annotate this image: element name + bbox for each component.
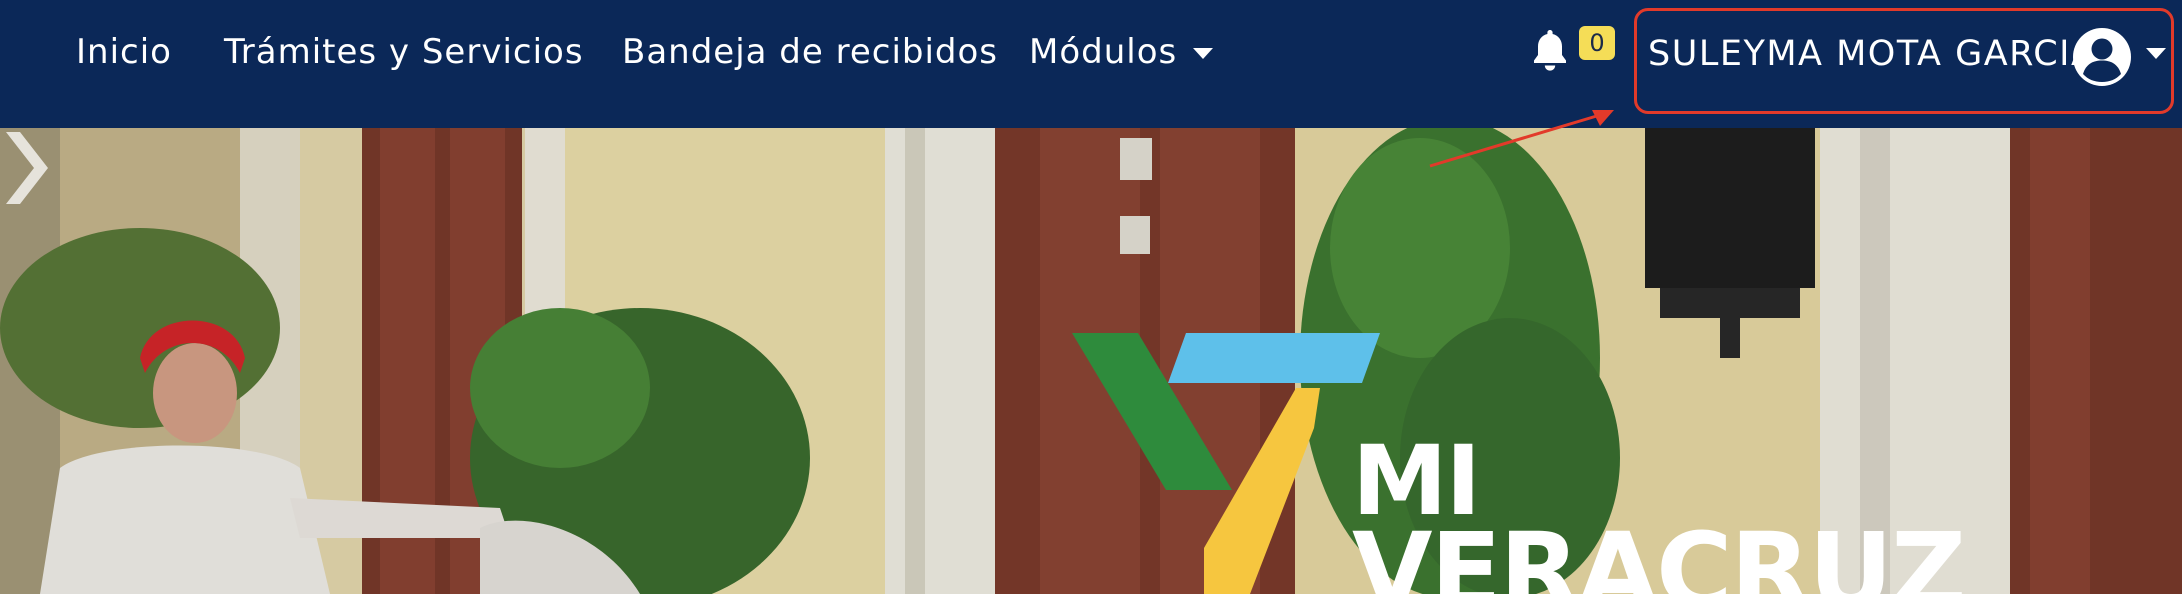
logo-line-2: VERACRUZ (1352, 510, 1966, 594)
mi-veracruz-logo: MI VERACRUZ (1352, 433, 1966, 594)
chevron-right-icon[interactable] (0, 128, 52, 208)
user-name[interactable]: SULEYMA MOTA GARCIA (1648, 34, 2096, 74)
bell-icon[interactable] (1530, 28, 1570, 72)
user-avatar-icon[interactable] (2072, 27, 2132, 87)
hero-carousel: MI VERACRUZ (0, 128, 2182, 594)
nav-modulos-dropdown[interactable]: Módulos (1029, 27, 1214, 77)
nav-inicio[interactable]: Inicio (76, 27, 172, 77)
top-navbar: Inicio Trámites y Servicios Bandeja de r… (0, 0, 2182, 128)
nav-bandeja-recibidos[interactable]: Bandeja de recibidos (622, 27, 998, 77)
chevron-down-icon (1193, 48, 1214, 59)
nav-tramites-servicios[interactable]: Trámites y Servicios (224, 27, 584, 77)
user-menu-chevron-down-icon[interactable] (2146, 48, 2166, 59)
nav-modulos-label: Módulos (1029, 32, 1178, 72)
notification-count-badge: 0 (1579, 26, 1615, 60)
